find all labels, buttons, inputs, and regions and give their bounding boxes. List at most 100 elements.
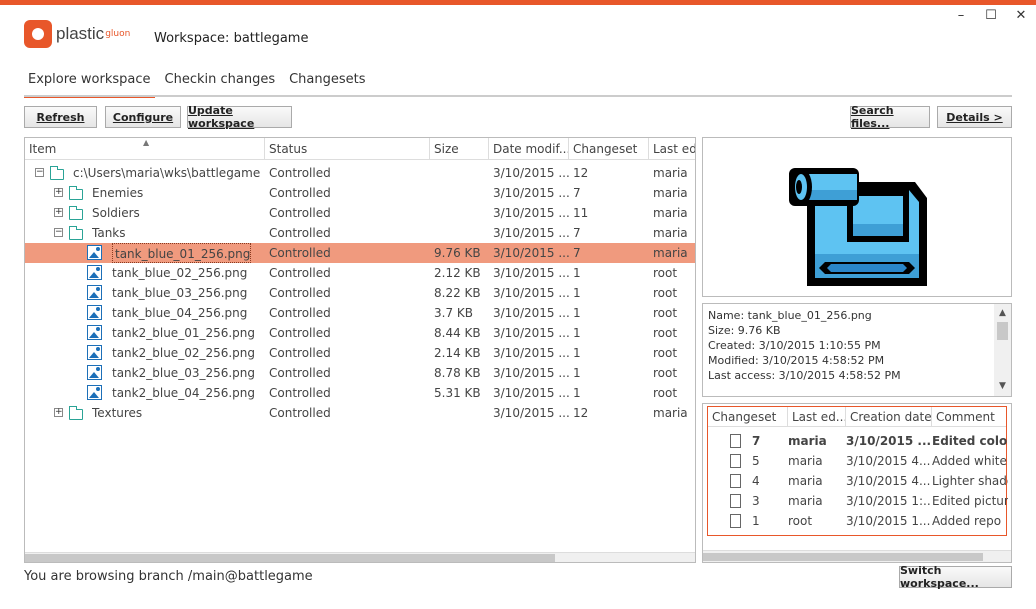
collapse-icon[interactable]: − [54, 228, 63, 237]
changeset-cell: 7 [573, 226, 581, 240]
table-row[interactable]: tank2_blue_02_256.png Controlled 2.14 KB 3/… [25, 343, 695, 363]
explorer-header: Item ▲ Status Size Date modif... Changes… [25, 138, 695, 160]
expand-icon[interactable]: + [54, 408, 63, 417]
history-scroll-thumb[interactable] [703, 553, 983, 561]
info-last-access: Last access: 3/10/2015 4:58:52 PM [708, 369, 901, 382]
column-size[interactable]: Size [430, 138, 489, 160]
history-comment-cell: Added white li [932, 454, 1008, 468]
update-workspace-button[interactable]: Update workspace [187, 104, 292, 130]
refresh-button[interactable]: Refresh [24, 106, 97, 128]
expand-icon[interactable]: + [54, 208, 63, 217]
table-row[interactable]: tank_blue_01_256.png Controlled 9.76 KB 3/1… [25, 243, 695, 263]
size-cell: 3.7 KB [434, 306, 473, 320]
table-row[interactable]: + Soldiers Controlled 3/10/2015 ... 11 maria [25, 203, 695, 223]
table-row[interactable]: tank_blue_02_256.png Controlled 2.12 KB 3/1… [25, 263, 695, 283]
size-cell: 9.76 KB [434, 246, 481, 260]
table-row[interactable]: tank_blue_04_256.png Controlled 3.7 KB 3/10… [25, 303, 695, 323]
status-cell: Controlled [269, 386, 331, 400]
history-comment-cell: Added repo [932, 514, 1002, 528]
table-row[interactable]: − Tanks Controlled 3/10/2015 ... 7 maria [25, 223, 695, 243]
scroll-up-icon[interactable]: ▲ [994, 306, 1011, 321]
history-row[interactable]: 3maria3/10/2015 1:...Edited pictures [708, 491, 1008, 511]
date-cell: 3/10/2015 ... [493, 166, 570, 180]
history-row[interactable]: 7maria3/10/2015 ...Edited colors [708, 431, 1008, 451]
logo-text: plastic [56, 24, 105, 43]
history-date-cell: 3/10/2015 1:... [846, 494, 930, 508]
history-panel: Changeset Last ed... Creation date Comme… [702, 403, 1012, 563]
history-row[interactable]: 4maria3/10/2015 4...Lighter shadow [708, 471, 1008, 491]
history-row[interactable]: 5maria3/10/2015 4...Added white li [708, 451, 1008, 471]
image-file-icon [87, 245, 102, 260]
folder-icon [49, 166, 64, 180]
item-name-cell: Enemies [92, 186, 144, 200]
last-edit-cell: root [653, 346, 678, 360]
item-name-cell: Soldiers [92, 206, 140, 220]
history-date-cell: 3/10/2015 1... [846, 514, 930, 528]
table-row[interactable]: + Enemies Controlled 3/10/2015 ... 7 maria [25, 183, 695, 203]
date-cell: 3/10/2015 ... [493, 346, 570, 360]
last-edit-cell: root [653, 326, 678, 340]
size-cell: 8.22 KB [434, 286, 481, 300]
details-button[interactable]: Details > [937, 106, 1012, 128]
image-file-icon [87, 385, 102, 400]
column-date[interactable]: Date modif... [489, 138, 569, 160]
minimize-icon[interactable]: – [954, 8, 968, 23]
explorer-horizontal-scrollbar[interactable] [25, 552, 695, 562]
history-horizontal-scrollbar[interactable] [703, 550, 1011, 562]
size-cell: 8.78 KB [434, 366, 481, 380]
size-cell: 2.14 KB [434, 346, 481, 360]
image-file-icon [87, 265, 102, 280]
expand-icon[interactable]: + [54, 188, 63, 197]
last-edit-cell: maria [653, 166, 688, 180]
item-name-cell: Tanks [92, 226, 126, 240]
search-files-button[interactable]: Search files... [850, 104, 930, 130]
scroll-down-icon[interactable]: ▼ [994, 379, 1011, 394]
column-changeset[interactable]: Changeset [569, 138, 649, 160]
item-name-cell: tank_blue_01_256.png [112, 243, 252, 263]
history-column-last-edit[interactable]: Last ed... [788, 407, 846, 427]
file-info-panel: Name: tank_blue_01_256.png Size: 9.76 KB… [702, 303, 1012, 397]
table-row[interactable]: tank2_blue_04_256.png Controlled 5.31 KB 3/… [25, 383, 695, 403]
table-row[interactable]: tank_blue_03_256.png Controlled 8.22 KB 3/1… [25, 283, 695, 303]
tab-divider [24, 95, 1012, 97]
collapse-icon[interactable]: − [35, 168, 44, 177]
item-name-cell: tank2_blue_02_256.png [112, 346, 256, 360]
last-edit-cell: maria [653, 246, 688, 260]
column-status[interactable]: Status [265, 138, 430, 160]
window-controls: – ☐ ✕ [954, 8, 1028, 23]
table-row[interactable]: − c:\Users\maria\wks\battlegame Controlled… [25, 163, 695, 183]
switch-workspace-button[interactable]: Switch workspace... [899, 564, 1012, 590]
history-grid: Changeset Last ed... Creation date Comme… [707, 406, 1008, 536]
last-edit-cell: maria [653, 406, 688, 420]
status-cell: Controlled [269, 406, 331, 420]
image-file-icon [87, 365, 102, 380]
changeset-cell: 11 [573, 206, 589, 220]
status-cell: Controlled [269, 246, 331, 260]
changeset-cell: 1 [573, 326, 581, 340]
table-row[interactable]: tank2_blue_01_256.png Controlled 8.44 KB 3/… [25, 323, 695, 343]
explorer-scroll-thumb[interactable] [25, 554, 555, 562]
changeset-cell: 1 [573, 346, 581, 360]
table-row[interactable]: tank2_blue_03_256.png Controlled 8.78 KB 3/… [25, 363, 695, 383]
history-column-creation-date[interactable]: Creation date [846, 407, 932, 427]
configure-button[interactable]: Configure [105, 106, 181, 128]
history-column-comment[interactable]: Comment [932, 407, 1008, 427]
workspace-explorer: Item ▲ Status Size Date modif... Changes… [24, 137, 696, 563]
date-cell: 3/10/2015 ... [493, 186, 570, 200]
history-header: Changeset Last ed... Creation date Comme… [708, 407, 1006, 427]
maximize-icon[interactable]: ☐ [984, 8, 998, 23]
item-name-cell: tank_blue_02_256.png [112, 266, 248, 280]
info-scroll-thumb[interactable] [997, 322, 1008, 340]
table-row[interactable]: + Textures Controlled 3/10/2015 ... 12 maria [25, 403, 695, 423]
history-column-changeset[interactable]: Changeset [708, 407, 788, 427]
history-row[interactable]: 1 root 3/10/2015 1... Added repo [708, 511, 1006, 531]
last-edit-cell: root [653, 306, 678, 320]
column-last-edit[interactable]: Last edi [649, 138, 695, 160]
history-comment-cell: Edited pictures [932, 494, 1008, 508]
folder-icon [68, 186, 83, 200]
close-icon[interactable]: ✕ [1014, 8, 1028, 23]
size-cell: 8.44 KB [434, 326, 481, 340]
history-date-cell: 3/10/2015 ... [846, 434, 930, 448]
info-vertical-scrollbar[interactable]: ▲ ▼ [994, 304, 1011, 396]
last-edit-cell: root [653, 386, 678, 400]
